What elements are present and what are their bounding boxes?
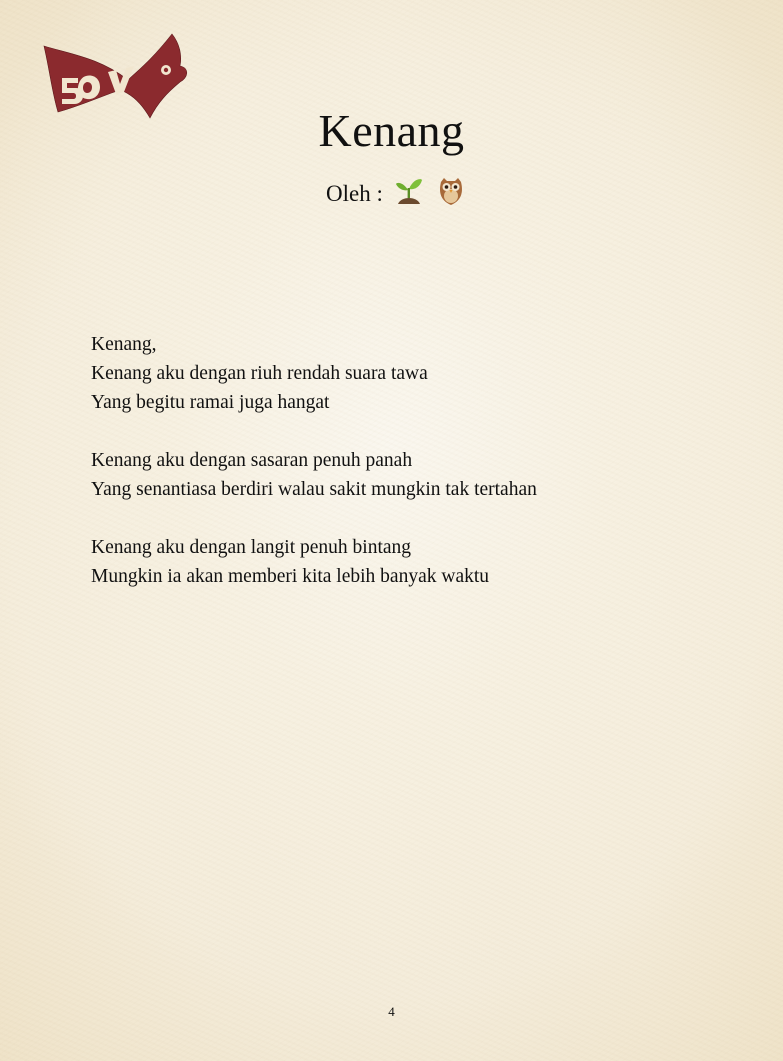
stanza: Kenang aku dengan langit penuh bintang M… — [91, 533, 711, 591]
poem-line: Yang senantiasa berdiri walau sakit mung… — [91, 479, 537, 500]
byline: Oleh : — [326, 176, 464, 212]
page-number: 4 — [388, 1004, 395, 1019]
poem-line: Kenang aku dengan sasaran penuh panah — [91, 450, 413, 471]
poem-line: Kenang aku dengan langit penuh bintang — [91, 537, 412, 558]
seedling-icon — [395, 176, 423, 212]
poem-line: Kenang aku dengan riuh rendah suara tawa — [91, 363, 428, 384]
stanza: Kenang aku dengan sasaran penuh panah Ya… — [91, 446, 711, 504]
poem-line: Mungkin ia akan memberi kita lebih banya… — [91, 566, 490, 587]
poem: Kenang, Kenang aku dengan riuh rendah su… — [91, 330, 711, 620]
poem-line: Yang begitu ramai juga hangat — [91, 392, 330, 413]
stanza: Kenang, Kenang aku dengan riuh rendah su… — [91, 330, 711, 417]
poem-line: Kenang, — [91, 334, 157, 355]
owl-icon — [438, 176, 464, 212]
byline-label: Oleh : — [326, 181, 383, 206]
page-title: Kenang — [318, 105, 465, 156]
